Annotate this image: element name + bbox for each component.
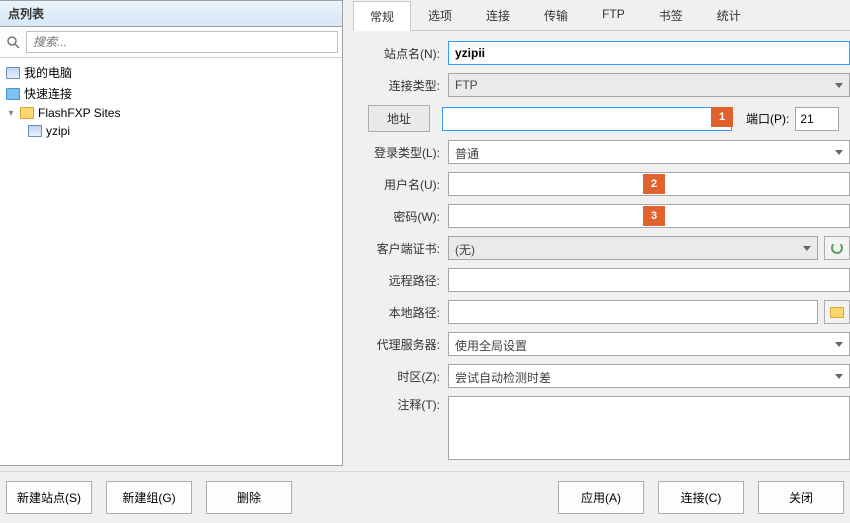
username-label: 用户名(U): — [353, 176, 448, 193]
row-username: 用户名(U): 2 — [353, 172, 850, 196]
folder-icon — [830, 307, 844, 318]
username-input[interactable] — [448, 172, 850, 196]
search-input[interactable] — [26, 31, 338, 53]
port-input[interactable] — [795, 107, 839, 131]
row-notes: 注释(T): — [353, 396, 850, 460]
tab-general[interactable]: 常规 — [353, 1, 411, 31]
tab-connection[interactable]: 连接 — [469, 0, 527, 30]
folder-icon — [6, 88, 20, 100]
row-local-path: 本地路径: — [353, 300, 850, 324]
tab-bar: 常规 选项 连接 传输 FTP 书签 统计 — [353, 0, 850, 31]
proxy-combo[interactable]: 使用全局设置 — [448, 332, 850, 356]
tree-my-computer[interactable]: 我的电脑 — [6, 62, 336, 83]
tab-ftp[interactable]: FTP — [585, 0, 642, 30]
connect-button[interactable]: 连接(C) — [658, 481, 744, 514]
new-group-button[interactable]: 新建组(G) — [106, 481, 192, 514]
site-list-panel: 点列表 我的电脑 快速连接 ▾ FlashFXP Sites yzipi — [0, 0, 343, 466]
new-site-button[interactable]: 新建站点(S) — [6, 481, 92, 514]
bottom-toolbar: 新建站点(S) 新建组(G) 删除 应用(A) 连接(C) 关闭 — [0, 471, 850, 523]
notes-label: 注释(T): — [353, 396, 448, 413]
login-type-combo[interactable]: 普通 — [448, 140, 850, 164]
row-login-type: 登录类型(L): 普通 — [353, 140, 850, 164]
timezone-label: 时区(Z): — [353, 368, 448, 385]
close-button[interactable]: 关闭 — [758, 481, 844, 514]
row-timezone: 时区(Z): 尝试自动检测时差 — [353, 364, 850, 388]
timezone-combo[interactable]: 尝试自动检测时差 — [448, 364, 850, 388]
row-site-name: 站点名(N): — [353, 41, 850, 65]
address-input[interactable] — [442, 107, 732, 131]
client-cert-label: 客户端证书: — [353, 240, 448, 257]
row-conn-type: 连接类型: FTP — [353, 73, 850, 97]
refresh-icon — [831, 242, 843, 254]
cert-refresh-button[interactable] — [824, 236, 850, 260]
local-path-label: 本地路径: — [353, 304, 448, 321]
tree-flashfxp-sites[interactable]: ▾ FlashFXP Sites — [6, 104, 336, 122]
apply-button[interactable]: 应用(A) — [558, 481, 644, 514]
tab-bookmarks[interactable]: 书签 — [642, 0, 700, 30]
tree-label: 快速连接 — [24, 85, 72, 102]
remote-path-input[interactable] — [448, 268, 850, 292]
tree-quick-connect[interactable]: 快速连接 — [6, 83, 336, 104]
row-address: 地址 1 端口(P): — [353, 105, 850, 132]
general-form: 站点名(N): 连接类型: FTP 地址 1 端口(P): 登录类型(L): 普… — [353, 31, 850, 460]
tab-transfer[interactable]: 传输 — [527, 0, 585, 30]
row-client-cert: 客户端证书: (无) — [353, 236, 850, 260]
client-cert-combo[interactable]: (无) — [448, 236, 818, 260]
port-label: 端口(P): — [732, 110, 795, 127]
row-password: 密码(W): 3 — [353, 204, 850, 228]
site-list-header: 点列表 — [0, 1, 342, 27]
row-remote-path: 远程路径: — [353, 268, 850, 292]
caret-icon: ▾ — [6, 108, 16, 119]
tree-label: 我的电脑 — [24, 64, 72, 81]
site-name-input[interactable] — [448, 41, 850, 65]
browse-local-button[interactable] — [824, 300, 850, 324]
site-name-label: 站点名(N): — [353, 45, 448, 62]
delete-button[interactable]: 删除 — [206, 481, 292, 514]
properties-panel: 常规 选项 连接 传输 FTP 书签 统计 站点名(N): 连接类型: FTP … — [353, 0, 850, 466]
password-label: 密码(W): — [353, 208, 448, 225]
row-proxy: 代理服务器: 使用全局设置 — [353, 332, 850, 356]
proxy-label: 代理服务器: — [353, 336, 448, 353]
remote-path-label: 远程路径: — [353, 272, 448, 289]
tree-label: FlashFXP Sites — [38, 106, 120, 120]
computer-icon — [6, 67, 20, 79]
search-icon[interactable] — [4, 33, 22, 51]
conn-type-label: 连接类型: — [353, 77, 448, 94]
tab-stats[interactable]: 统计 — [700, 0, 758, 30]
local-path-input[interactable] — [448, 300, 818, 324]
notes-textarea[interactable] — [448, 396, 850, 460]
folder-icon — [20, 107, 34, 119]
site-icon — [28, 125, 42, 137]
address-button[interactable]: 地址 — [368, 105, 430, 132]
password-input[interactable] — [448, 204, 850, 228]
tab-options[interactable]: 选项 — [411, 0, 469, 30]
conn-type-combo[interactable]: FTP — [448, 73, 850, 97]
tree-site-yzipi[interactable]: yzipi — [6, 122, 336, 140]
tree-label: yzipi — [46, 124, 70, 138]
search-row — [0, 27, 342, 58]
site-tree: 我的电脑 快速连接 ▾ FlashFXP Sites yzipi — [0, 58, 342, 144]
login-type-label: 登录类型(L): — [353, 144, 448, 161]
